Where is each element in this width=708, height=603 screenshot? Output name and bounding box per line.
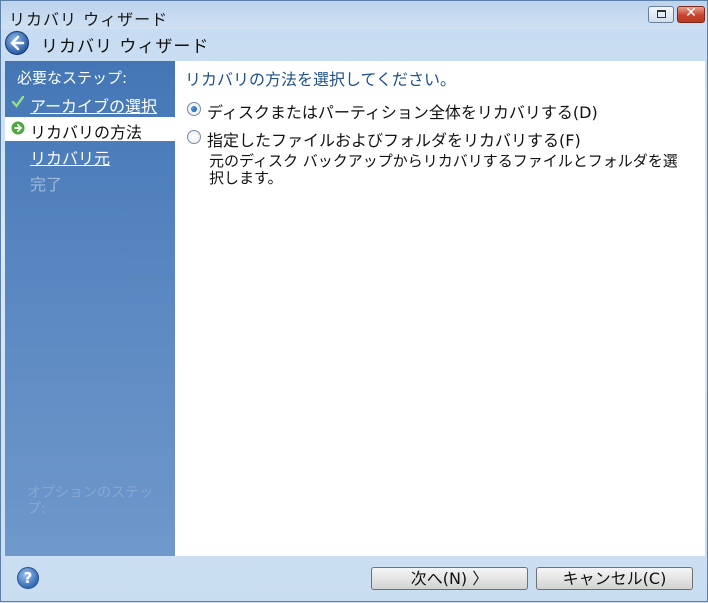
step-label: 完了 [30, 175, 63, 194]
content-panel: リカバリの方法を選択してください。 ディスクまたはパーティション全体をリカバリす… [175, 61, 705, 556]
radio-button[interactable] [187, 130, 201, 144]
window-title: リカバリ ウィザード [9, 10, 169, 29]
wizard-title: リカバリ ウィザード [41, 37, 210, 57]
radio-button[interactable] [187, 102, 201, 116]
back-button[interactable] [5, 31, 29, 55]
restore-icon [657, 10, 666, 18]
option-label: ディスクまたはパーティション全体をリカバリする(D) [207, 103, 598, 122]
step-label: リカバリ元 [30, 149, 111, 168]
page-heading: リカバリの方法を選択してください。 [185, 70, 457, 89]
step-recovery-method[interactable]: リカバリの方法 [5, 117, 175, 142]
steps-heading: 必要なステップ: [17, 69, 128, 87]
title-bar[interactable]: リカバリ ウィザード ✕ [1, 1, 707, 29]
steps-sidebar: 必要なステップ: アーカイブの選択 リカバリの方法 リカバリ元 完了 オプション… [5, 61, 175, 556]
close-icon: ✕ [685, 5, 697, 21]
check-icon [11, 95, 25, 108]
step-recovery-source[interactable]: リカバリ元 [5, 143, 175, 168]
cancel-button[interactable]: キャンセル(C) [536, 567, 693, 590]
step-finish: 完了 [5, 169, 175, 194]
wizard-window: リカバリ ウィザード ✕ リカバリ ウィザード 必要なステップ: アーカイブの選… [0, 0, 708, 602]
arrow-right-icon [11, 121, 25, 135]
step-label: アーカイブの選択 [30, 97, 158, 116]
back-arrow-icon [10, 35, 25, 51]
close-button[interactable]: ✕ [677, 5, 705, 23]
step-label: リカバリの方法 [30, 123, 143, 142]
restore-button[interactable] [648, 6, 674, 23]
option-label: 指定したファイルおよびフォルダをリカバリする(F) [207, 131, 581, 150]
option-description: 元のディスク バックアップからリカバリするファイルとフォルダを選択します。 [209, 152, 678, 187]
help-icon[interactable]: ? [17, 567, 39, 589]
step-archive-selection[interactable]: アーカイブの選択 [5, 91, 175, 116]
optional-steps-label: オプションのステップ: [27, 485, 153, 517]
next-button[interactable]: 次へ(N) 〉 [371, 567, 528, 590]
